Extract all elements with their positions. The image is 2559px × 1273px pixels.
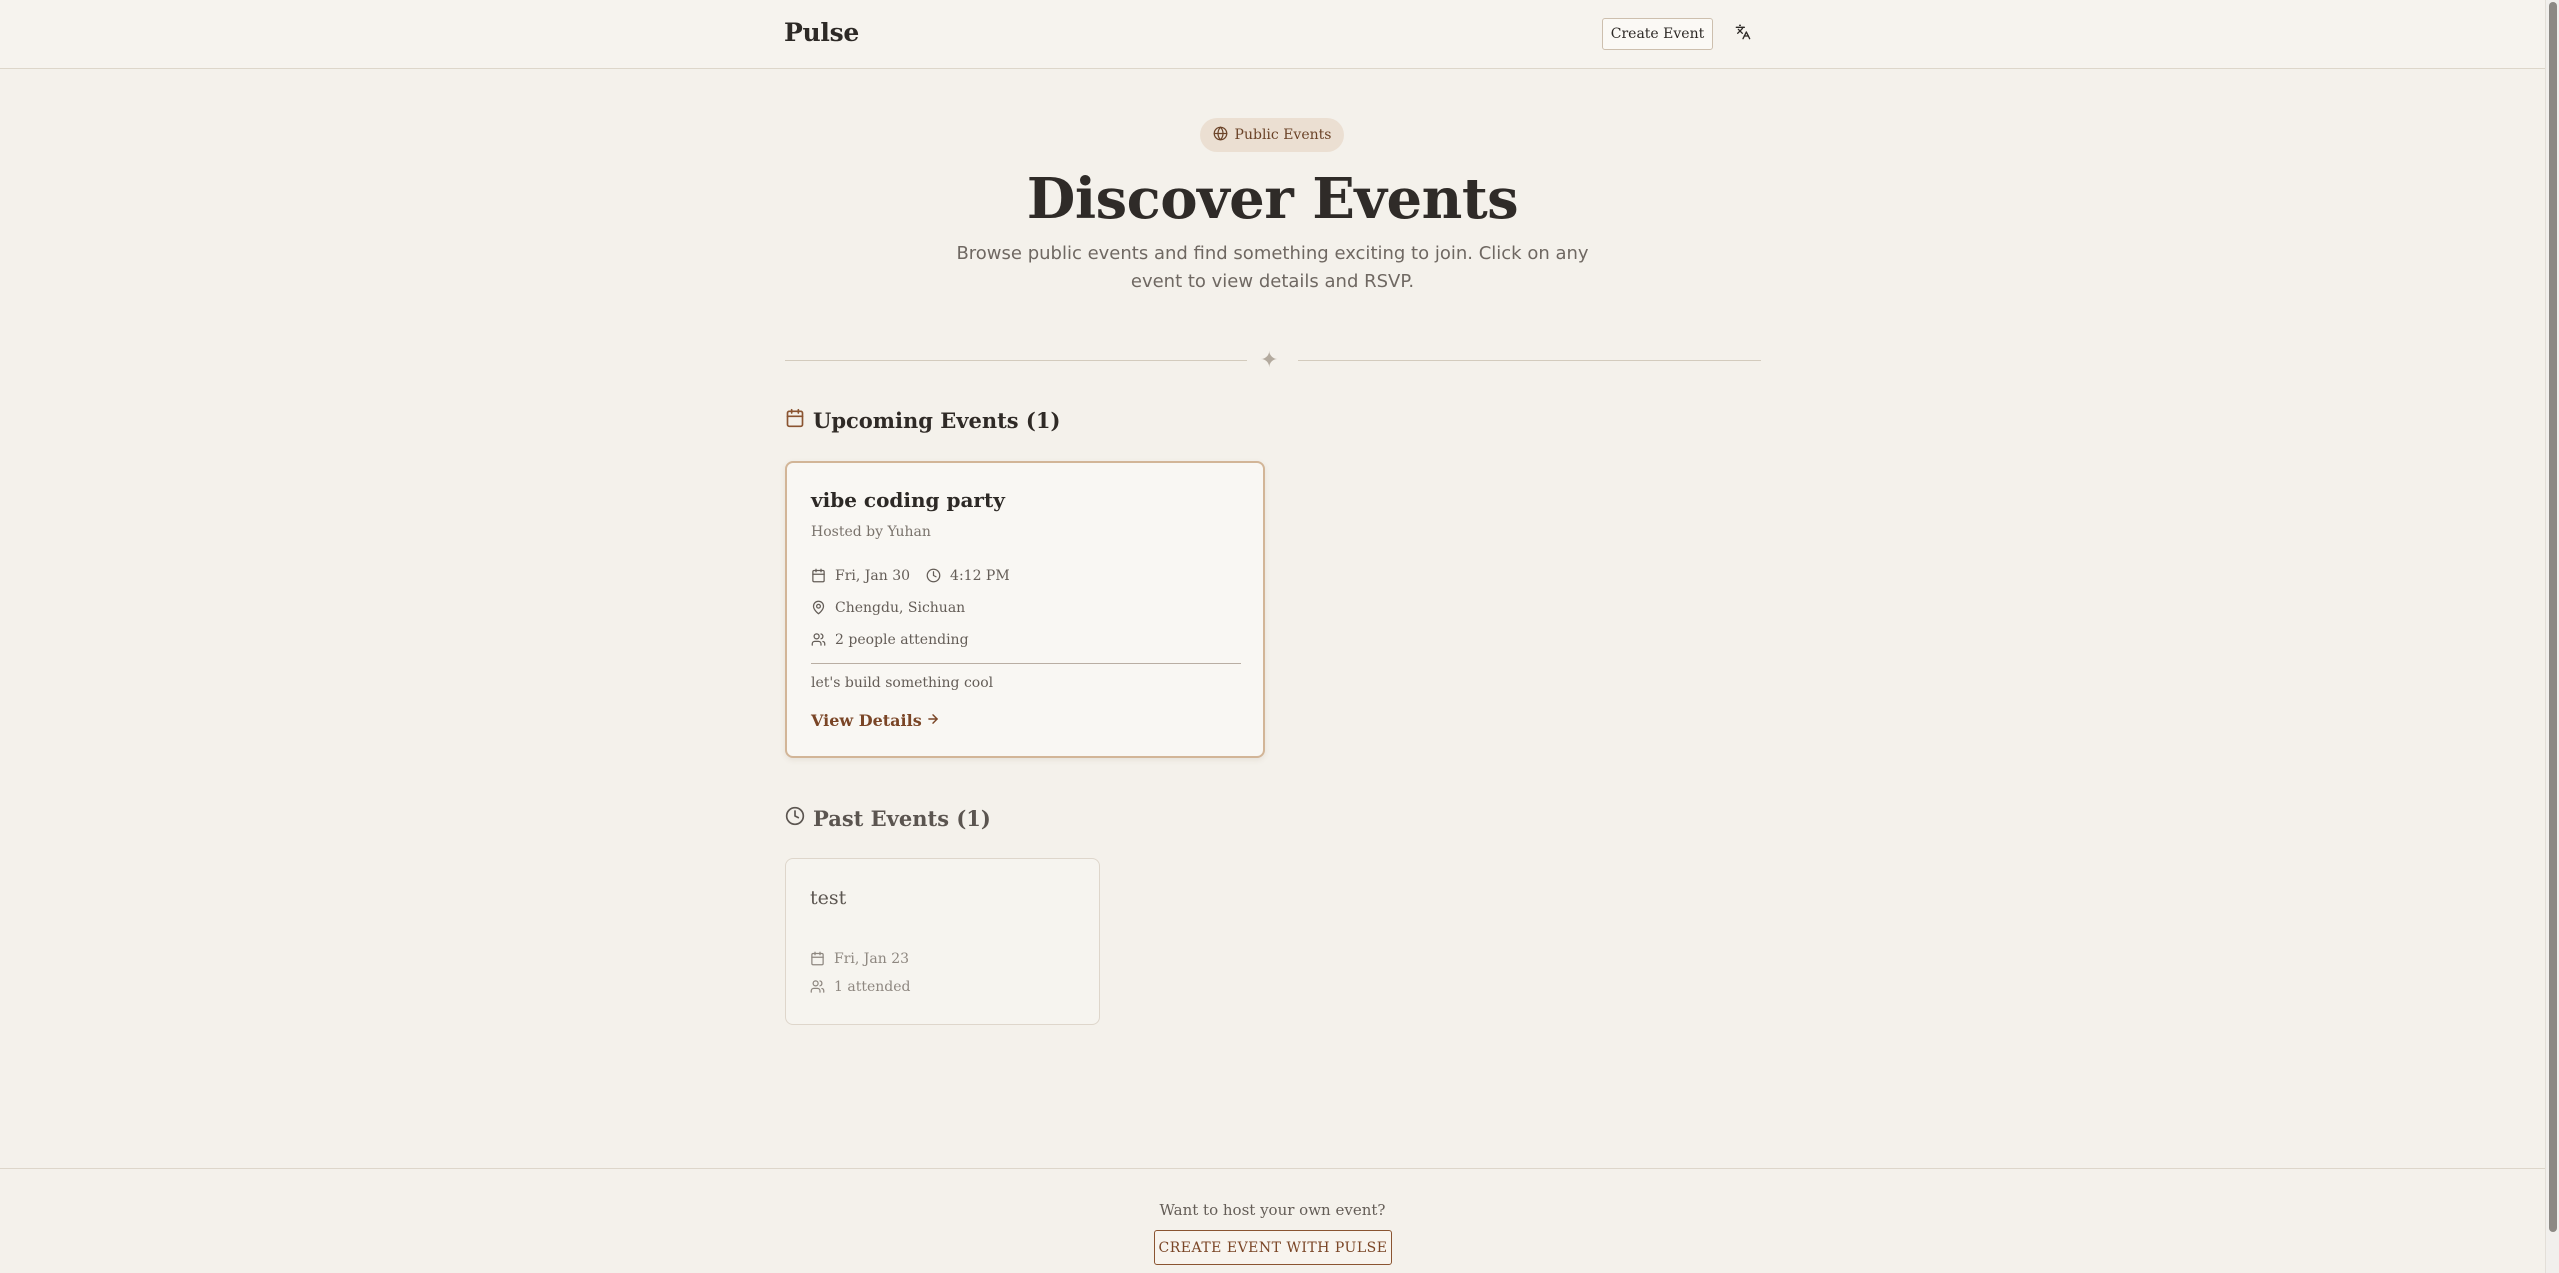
- create-event-with-pulse-button[interactable]: CREATE EVENT WITH PULSE: [1154, 1230, 1392, 1265]
- create-event-button[interactable]: Create Event: [1602, 18, 1713, 50]
- event-location: Chengdu, Sichuan: [835, 600, 966, 616]
- top-nav: Pulse Create Event: [0, 0, 2545, 69]
- clock-icon: [785, 806, 805, 831]
- view-details-link[interactable]: View Details: [811, 711, 940, 730]
- sparkle-icon: ✦: [1260, 348, 1279, 373]
- divider-line-left: [785, 360, 1247, 361]
- scrollbar-thumb[interactable]: [2549, 2, 2557, 1232]
- language-toggle-button[interactable]: [1731, 22, 1755, 46]
- globe-icon: [1213, 126, 1228, 145]
- clock-icon: [926, 568, 942, 584]
- brand-logo[interactable]: Pulse: [784, 18, 859, 47]
- event-date: Fri, Jan 30: [835, 568, 911, 584]
- upcoming-events-heading: Upcoming Events (1): [785, 408, 1060, 433]
- event-time: 4:12 PM: [950, 568, 1010, 584]
- users-icon: [810, 979, 826, 995]
- event-name: test: [810, 887, 847, 909]
- arrow-right-icon: [926, 711, 940, 730]
- footer: Want to host your own event? CREATE EVEN…: [0, 1168, 2545, 1273]
- event-card-test[interactable]: test Fri, Jan 23 1 attended: [785, 858, 1100, 1025]
- event-datetime: Fri, Jan 30 4:12 PM: [811, 568, 1010, 584]
- public-events-badge: Public Events: [1200, 118, 1344, 152]
- event-attendance-row: 1 attended: [810, 979, 910, 995]
- event-attendance-row: 2 people attending: [811, 632, 969, 648]
- page-subtitle: Browse public events and find something …: [956, 243, 1589, 292]
- ornamental-divider: ✦: [785, 348, 1761, 373]
- calendar-icon: [811, 568, 827, 584]
- page-scrollbar[interactable]: [2545, 0, 2559, 1273]
- page-title: Discover Events: [1026, 166, 1519, 232]
- page: Pulse Create Event Public Events Discove…: [0, 0, 2559, 1273]
- past-events-heading: Past Events (1): [785, 806, 991, 831]
- event-attendance: 1 attended: [834, 979, 911, 995]
- event-location-row: Chengdu, Sichuan: [811, 600, 965, 616]
- calendar-icon: [785, 408, 805, 433]
- badge-label: Public Events: [1234, 127, 1332, 143]
- calendar-icon: [810, 951, 826, 967]
- divider-line-right: [1298, 360, 1761, 361]
- footer-prompt: Want to host your own event?: [1159, 1201, 1386, 1219]
- upcoming-heading-text: Upcoming Events (1): [813, 408, 1061, 433]
- users-icon: [811, 632, 827, 648]
- event-description: let's build something cool: [811, 675, 994, 691]
- event-attendance: 2 people attending: [835, 632, 969, 648]
- event-date: Fri, Jan 23: [834, 951, 910, 967]
- event-host: Hosted by Yuhan: [811, 524, 931, 540]
- event-card-vibe-coding-party[interactable]: vibe coding party Hosted by Yuhan Fri, J…: [785, 461, 1265, 758]
- translate-icon: [1735, 24, 1751, 44]
- map-pin-icon: [811, 600, 827, 616]
- event-name: vibe coding party: [811, 488, 1005, 512]
- event-date-row: Fri, Jan 23: [810, 951, 909, 967]
- view-details-label: View Details: [811, 711, 922, 730]
- past-heading-text: Past Events (1): [813, 806, 991, 831]
- card-divider: [811, 663, 1241, 664]
